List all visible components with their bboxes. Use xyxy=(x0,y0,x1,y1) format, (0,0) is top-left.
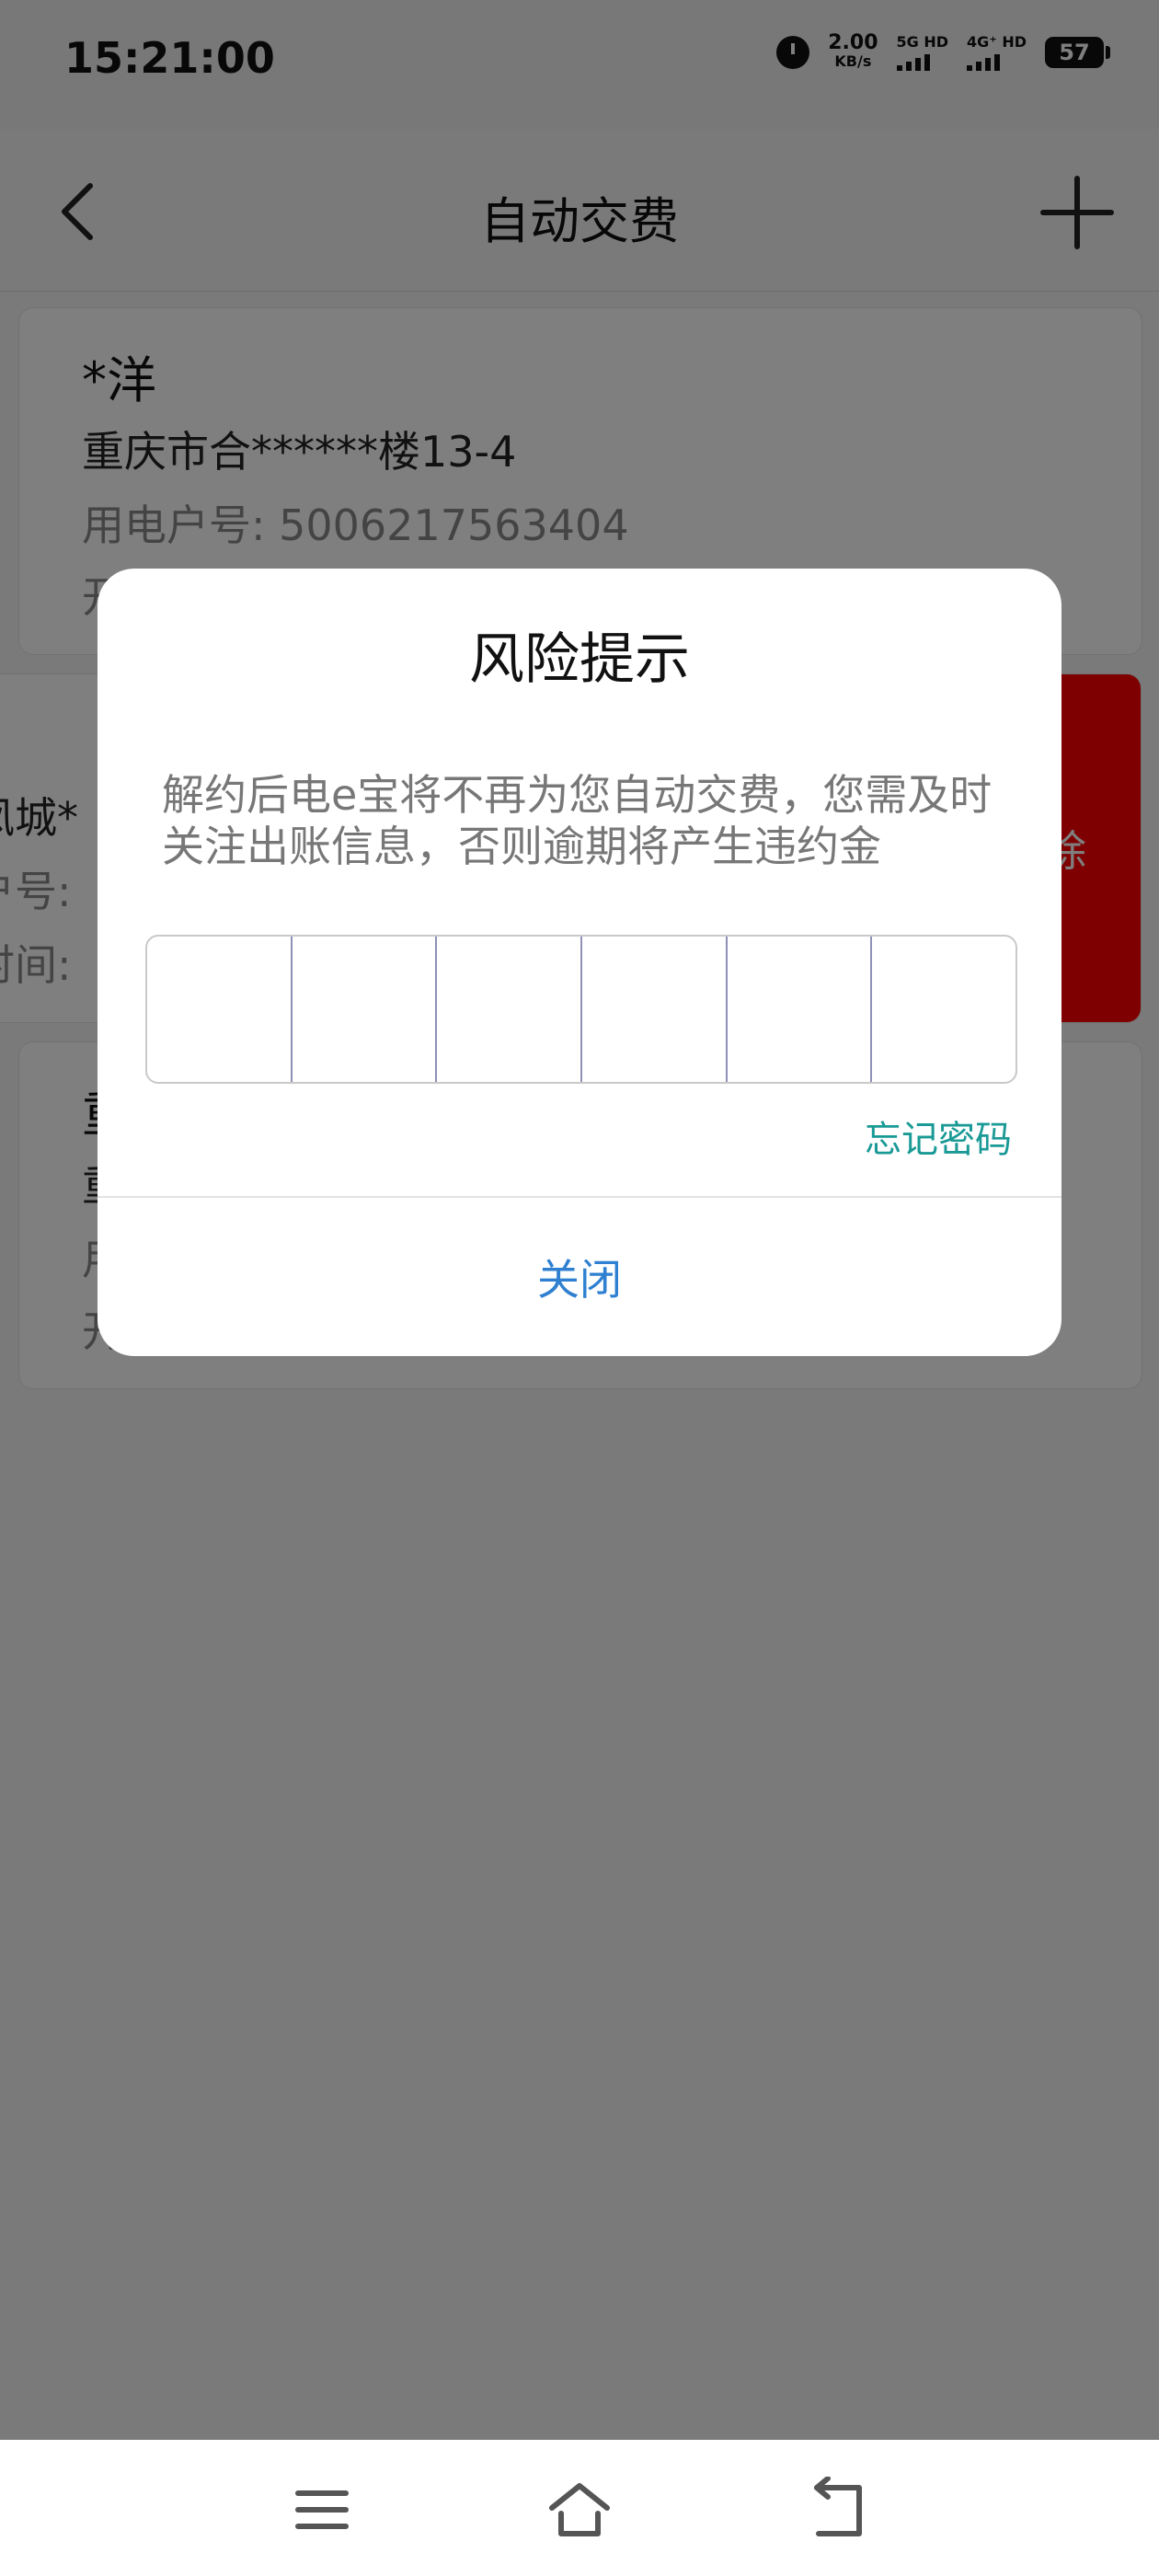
pin-cell[interactable] xyxy=(293,937,438,1082)
dialog-title: 风险提示 xyxy=(469,627,690,692)
navigation-bar xyxy=(0,2440,1159,2576)
menu-icon[interactable] xyxy=(289,2477,355,2543)
risk-dialog: 风险提示 解约后电e宝将不再为您自动交费，您需及时关注出账信息，否则逾期将产生违… xyxy=(98,569,1061,1356)
back-icon[interactable] xyxy=(804,2477,870,2543)
forgot-password-link[interactable]: 忘记密码 xyxy=(865,1110,1012,1163)
pin-cell[interactable] xyxy=(728,937,873,1082)
password-input[interactable] xyxy=(145,935,1017,1084)
close-button[interactable]: 关闭 xyxy=(98,1198,1061,1356)
pin-cell[interactable] xyxy=(437,937,583,1082)
pin-cell[interactable] xyxy=(147,937,293,1082)
home-icon[interactable] xyxy=(546,2477,613,2543)
pin-cell[interactable] xyxy=(582,937,728,1082)
dialog-message: 解约后电e宝将不再为您自动交费，您需及时关注出账信息，否则逾期将产生违约金 xyxy=(162,770,993,871)
pin-cell[interactable] xyxy=(872,937,1016,1082)
